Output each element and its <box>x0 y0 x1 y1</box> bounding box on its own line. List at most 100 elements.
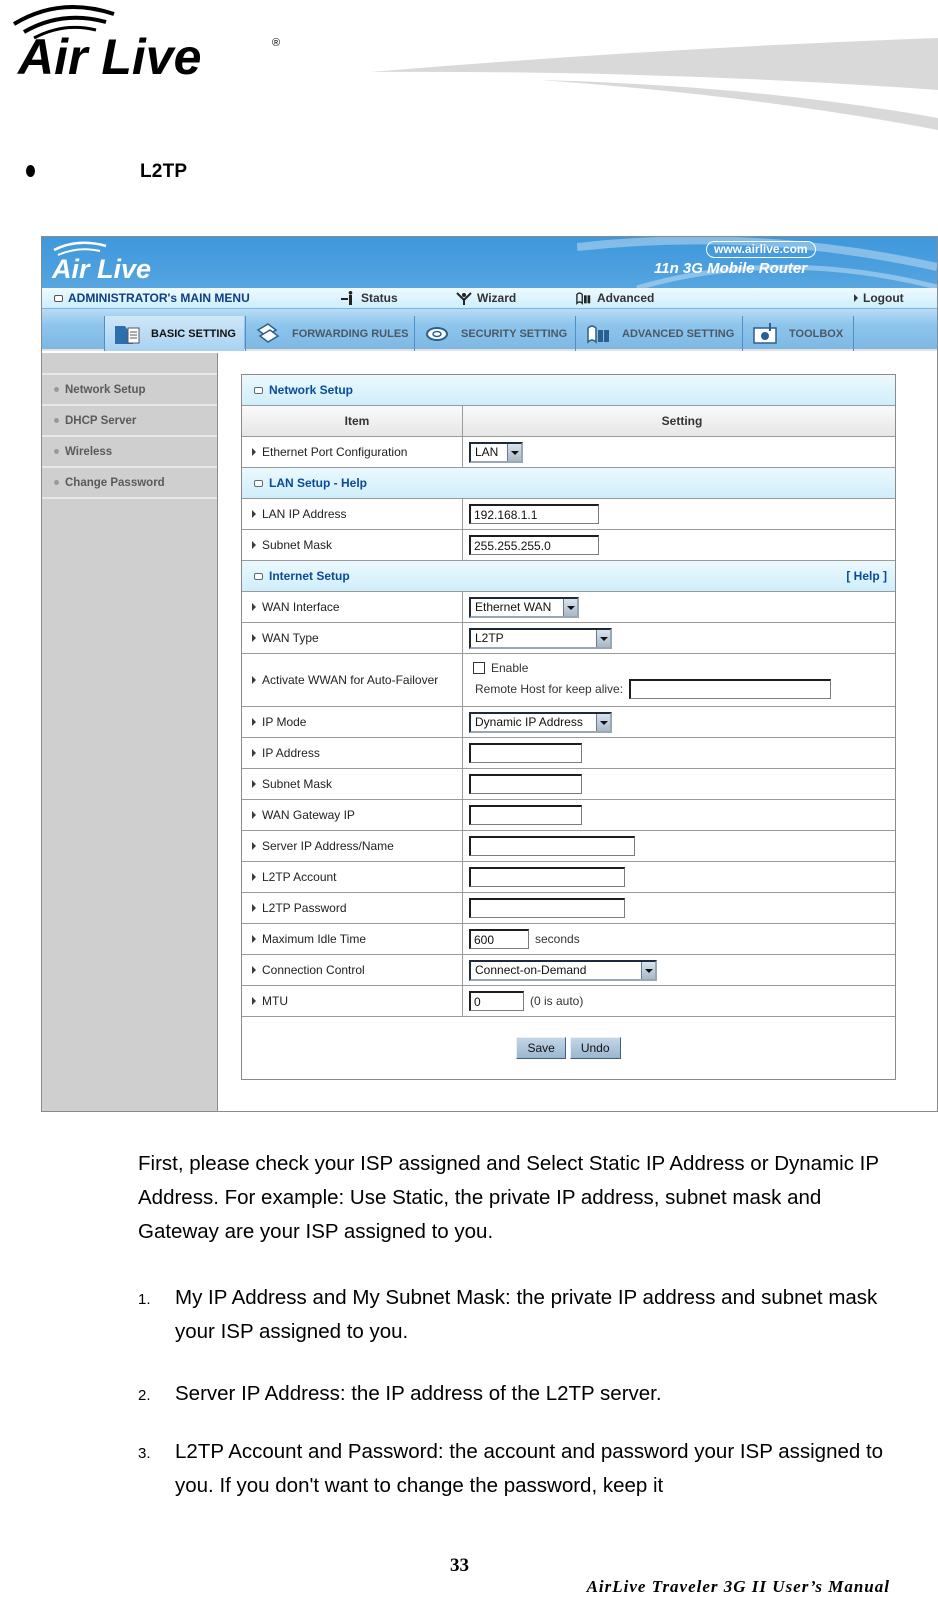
menu-item-wizard[interactable]: Wizard <box>456 291 516 305</box>
lan-ip-input[interactable] <box>469 504 599 524</box>
sidebar-item-network-setup[interactable]: Network Setup <box>42 375 217 406</box>
arrow-icon <box>252 811 256 819</box>
status-icon <box>341 291 353 305</box>
svg-text:Air Live: Air Live <box>16 29 201 82</box>
arrow-icon <box>252 904 256 912</box>
tab-security-setting[interactable]: SECURITY SETTING <box>414 316 574 351</box>
tab-basic-setting[interactable]: BASIC SETTING <box>104 316 244 351</box>
section-square-icon <box>254 572 263 580</box>
row-connection-control: Connection Control Connect-on-Demand <box>242 955 895 986</box>
subnet-mask-input[interactable] <box>469 774 582 794</box>
chevron-down-icon <box>641 961 655 979</box>
folder-icon <box>115 325 140 344</box>
router-logo: Air Live <box>50 240 190 284</box>
tab-advanced-setting[interactable]: ADVANCED SETTING <box>575 316 741 351</box>
tab-toolbox[interactable]: TOOLBOX <box>742 316 852 351</box>
page-number: 33 <box>450 1555 469 1576</box>
row-subnet-mask: Subnet Mask <box>242 769 895 800</box>
sidebar-item-wireless[interactable]: Wireless <box>42 437 217 468</box>
network-setup-panel: Network Setup Item Setting Ethernet Port… <box>241 374 896 1080</box>
manual-title-footer: AirLive Traveler 3G II User’s Manual <box>586 1577 890 1596</box>
row-auto-failover: Activate WWAN for Auto-Failover Enable R… <box>242 654 895 707</box>
sidebar-spacer <box>42 353 217 375</box>
row-wan-gateway: WAN Gateway IP <box>242 800 895 831</box>
header-swoosh-decoration <box>360 30 938 130</box>
security-icon <box>426 326 448 341</box>
arrow-icon <box>252 966 256 974</box>
advanced-icon <box>576 292 591 305</box>
wan-gateway-input[interactable] <box>469 805 582 825</box>
help-link[interactable]: [ Help ] <box>846 569 887 583</box>
arrow-icon <box>252 603 256 611</box>
main-menu-title: ADMINISTRATOR's MAIN MENU <box>54 291 250 305</box>
menu-square-icon <box>54 294 63 302</box>
row-lan-ip: LAN IP Address <box>242 499 895 530</box>
form-actions: Save Undo <box>242 1017 895 1079</box>
chevron-down-icon <box>507 443 521 461</box>
column-header-item: Item <box>242 406 463 436</box>
bullet-icon <box>54 418 59 423</box>
section-internet-setup: Internet Setup [ Help ] <box>242 561 895 592</box>
row-wan-interface: WAN Interface Ethernet WAN <box>242 592 895 623</box>
menu-item-status[interactable]: Status <box>340 291 398 305</box>
row-ethernet-port: Ethernet Port Configuration LAN <box>242 437 895 468</box>
chevron-down-icon <box>563 598 577 616</box>
l2tp-account-input[interactable] <box>469 867 625 887</box>
menu-item-logout[interactable]: Logout <box>854 291 904 305</box>
row-wan-type: WAN Type L2TP <box>242 623 895 654</box>
wan-interface-select[interactable]: Ethernet WAN <box>469 596 579 618</box>
section-title: L2TP <box>140 161 188 182</box>
main-menu-bar: ADMINISTRATOR's MAIN MENU Status Wizard … <box>42 288 937 309</box>
arrow-icon <box>252 780 256 788</box>
section-square-icon <box>254 386 263 394</box>
chevron-down-icon <box>596 713 610 731</box>
ethernet-port-select[interactable]: LAN <box>469 441 523 463</box>
sidebar-item-dhcp-server[interactable]: DHCP Server <box>42 406 217 437</box>
advanced-setting-icon <box>587 324 609 344</box>
router-ui-screenshot: Air Live www.airlive.com 11n 3G Mobile R… <box>41 236 938 1112</box>
svg-text:Air Live: Air Live <box>51 254 151 284</box>
row-mtu: MTU (0 is auto) <box>242 986 895 1017</box>
arrow-icon <box>252 935 256 943</box>
arrow-icon <box>252 842 256 850</box>
server-ip-input[interactable] <box>469 836 635 856</box>
wizard-icon <box>456 292 472 305</box>
arrow-icon <box>252 510 256 518</box>
ip-mode-select[interactable]: Dynamic IP Address <box>469 711 612 733</box>
row-server-ip: Server IP Address/Name <box>242 831 895 862</box>
tab-divider <box>853 316 854 351</box>
sidebar-item-change-password[interactable]: Change Password <box>42 468 217 499</box>
arrow-icon <box>252 634 256 642</box>
toolbox-icon <box>753 322 777 344</box>
sidebar: Network Setup DHCP Server Wireless Chang… <box>42 353 218 1111</box>
row-l2tp-account: L2TP Account <box>242 862 895 893</box>
mtu-input[interactable] <box>469 991 524 1011</box>
section-network-setup: Network Setup <box>242 375 895 406</box>
remote-host-input[interactable] <box>629 679 832 699</box>
undo-button[interactable]: Undo <box>569 1037 621 1059</box>
airlive-url-link[interactable]: www.airlive.com <box>706 241 816 258</box>
lan-subnet-mask-input[interactable] <box>469 535 599 555</box>
ip-address-input[interactable] <box>469 743 582 763</box>
l2tp-password-input[interactable] <box>469 898 625 918</box>
menu-item-advanced[interactable]: Advanced <box>576 291 654 305</box>
section-bullet <box>26 165 35 177</box>
arrow-icon <box>252 541 256 549</box>
arrow-right-icon <box>854 294 858 302</box>
bullet-icon <box>54 480 59 485</box>
intro-paragraph: First, please check your ISP assigned an… <box>138 1152 879 1243</box>
max-idle-time-input[interactable] <box>469 929 529 949</box>
table-header: Item Setting <box>242 406 895 437</box>
section-square-icon <box>254 479 263 487</box>
connection-control-select[interactable]: Connect-on-Demand <box>469 959 657 981</box>
router-banner: Air Live www.airlive.com 11n 3G Mobile R… <box>42 237 937 288</box>
enable-failover-checkbox[interactable] <box>473 662 485 674</box>
tab-forwarding-rules[interactable]: FORWARDING RULES <box>245 316 413 351</box>
svg-text:®: ® <box>272 37 280 49</box>
save-button[interactable]: Save <box>516 1037 566 1059</box>
row-max-idle-time: Maximum Idle Time seconds <box>242 924 895 955</box>
settings-tab-bar: BASIC SETTING FORWARDING RULES SECURITY … <box>42 309 937 351</box>
row-l2tp-password: L2TP Password <box>242 893 895 924</box>
airlive-logo-graphic: Air Live ® <box>12 4 280 85</box>
wan-type-select[interactable]: L2TP <box>469 627 612 649</box>
